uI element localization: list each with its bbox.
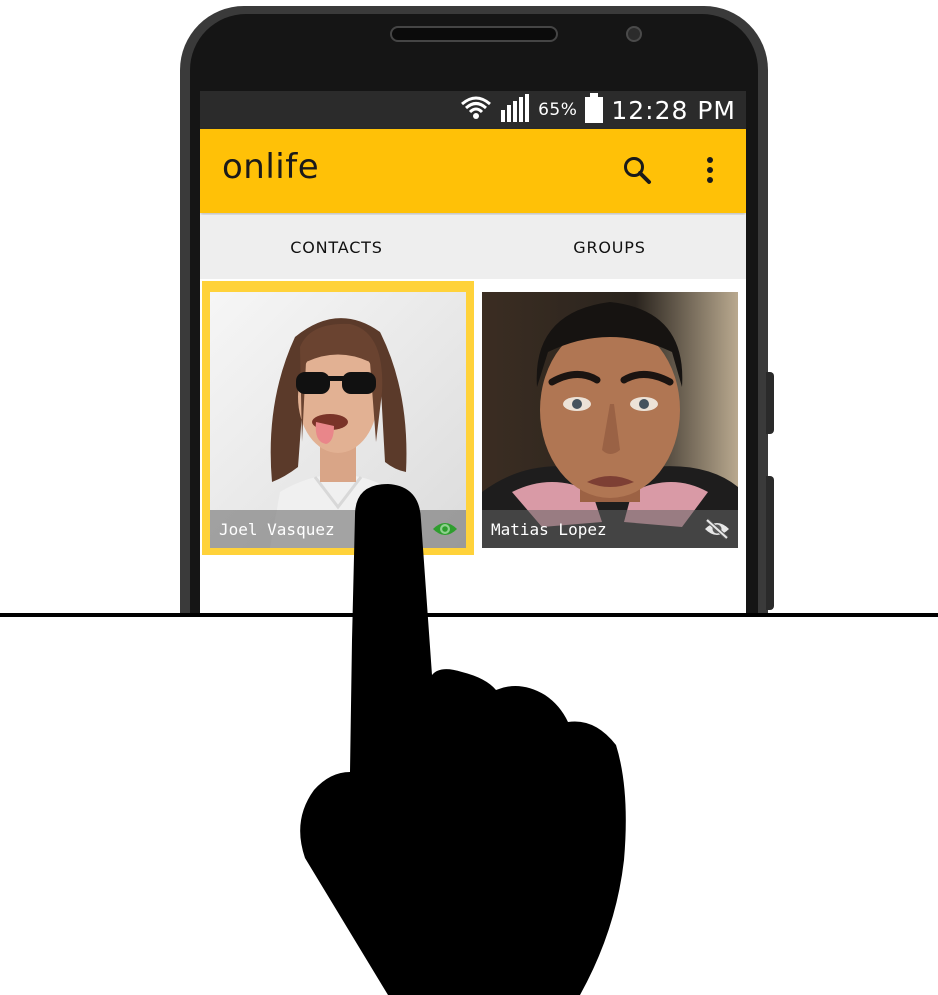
pointing-hand-icon bbox=[300, 484, 626, 995]
illustration-canvas: 65% 12:28 PM onlife CONTACTS GROUPS Joel… bbox=[0, 0, 938, 995]
